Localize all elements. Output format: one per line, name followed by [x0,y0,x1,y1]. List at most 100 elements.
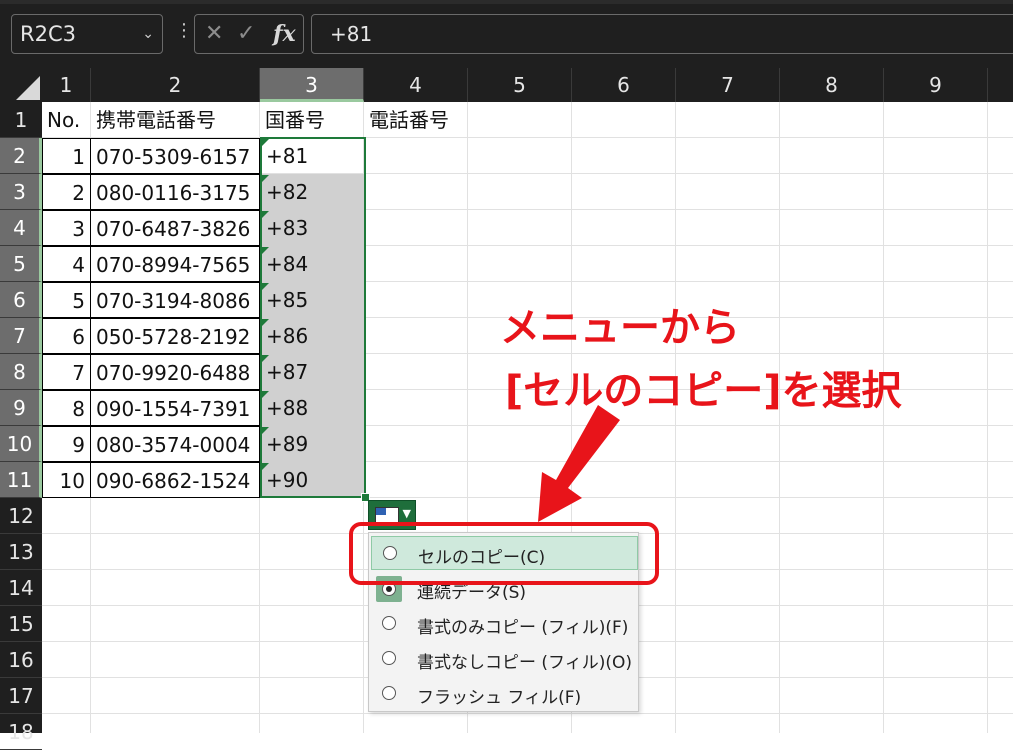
header-cell-country-code[interactable]: 国番号 [260,102,364,138]
row-header[interactable]: 18 [0,714,42,750]
row-header[interactable]: 15 [0,606,42,642]
number-as-text-indicator [262,391,269,398]
cell-no[interactable]: 9 [42,426,91,462]
cell-no[interactable]: 5 [42,282,91,318]
row-header-selected[interactable]: 11 [0,462,42,498]
cell-no[interactable]: 3 [42,210,91,246]
annotation-highlight-box [349,522,659,585]
column-header[interactable]: 6 [572,68,676,102]
number-as-text-indicator [262,175,269,182]
row-header[interactable]: 1 [0,102,42,138]
column-header[interactable]: 4 [364,68,468,102]
cell-no[interactable]: 1 [42,138,91,174]
gridline [675,102,676,733]
number-as-text-indicator [262,427,269,434]
column-header[interactable]: 2 [91,68,260,102]
row-header-selected[interactable]: 4 [0,210,42,246]
menu-item-flash-fill[interactable]: フラッシュ フィル(F) [371,677,638,711]
number-as-text-indicator [262,247,269,254]
cell-no[interactable]: 10 [42,462,91,498]
gridline [987,102,988,733]
cell-mobile[interactable]: 090-6862-1524 [90,462,260,498]
cell-no[interactable]: 7 [42,354,91,390]
enter-icon[interactable]: ✓ [237,21,255,46]
radio-icon[interactable] [382,686,396,700]
row-header-selected[interactable]: 7 [0,318,42,354]
number-as-text-indicator [262,463,269,470]
cell-country-code[interactable]: +90 [260,462,364,498]
cell-mobile[interactable]: 080-3574-0004 [90,426,260,462]
cell-mobile[interactable]: 070-9920-6488 [90,354,260,390]
insert-function-icon[interactable]: fx [273,21,296,47]
dropdown-arrow-icon: ▼ [402,507,411,520]
cell-country-code[interactable]: +87 [260,354,364,390]
ribbon-edge [0,0,1013,4]
column-headers: 1 2 3 4 5 6 7 8 9 [0,68,1013,102]
row-header[interactable]: 16 [0,642,42,678]
row-headers: 1 2 3 4 5 6 7 8 9 10 11 12 13 14 15 16 1… [0,102,42,750]
row-header-selected[interactable]: 6 [0,282,42,318]
menu-item-fill-without-formatting[interactable]: 書式なしコピー (フィル)(O) [371,642,638,676]
number-as-text-indicator [262,139,269,146]
number-as-text-indicator [262,283,269,290]
cell-country-code-active[interactable]: +81 [260,138,364,174]
cell-mobile[interactable]: 090-1554-7391 [90,390,260,426]
menu-item-label: 書式なしコピー (フィル)(O) [417,653,632,673]
cell-mobile[interactable]: 050-5728-2192 [90,318,260,354]
column-header[interactable]: 9 [884,68,988,102]
radio-icon[interactable] [382,616,396,630]
row-header-selected[interactable]: 8 [0,354,42,390]
row-header[interactable]: 12 [0,498,42,534]
radio-icon[interactable] [382,651,396,665]
chevron-down-icon[interactable]: ⌄ [142,15,154,53]
row-header-selected[interactable]: 5 [0,246,42,282]
column-header-selected[interactable]: 3 [260,68,364,102]
cell-mobile[interactable]: 070-5309-6157 [90,138,260,174]
cell-country-code[interactable]: +84 [260,246,364,282]
menu-item-label: 書式のみコピー (フィル)(F) [417,618,629,638]
cell-country-code[interactable]: +86 [260,318,364,354]
cell-no[interactable]: 2 [42,174,91,210]
row-header-selected[interactable]: 3 [0,174,42,210]
row-header-selected[interactable]: 10 [0,426,42,462]
row-header[interactable]: 17 [0,678,42,714]
cell-no[interactable]: 8 [42,390,91,426]
menu-item-label: フラッシュ フィル(F) [417,688,582,708]
more-options-icon[interactable]: ⋮ [175,22,193,40]
cell-mobile[interactable]: 080-0116-3175 [90,174,260,210]
cell-country-code[interactable]: +83 [260,210,364,246]
cell-country-code[interactable]: +82 [260,174,364,210]
column-header[interactable]: 1 [42,68,91,102]
row-header[interactable]: 13 [0,534,42,570]
annotation-line-1: メニューから [500,305,740,351]
header-cell-mobile[interactable]: 携帯電話番号 [91,102,260,138]
menu-item-fill-formatting-only[interactable]: 書式のみコピー (フィル)(F) [371,607,638,641]
cell-no[interactable]: 4 [42,246,91,282]
cell-mobile[interactable]: 070-6487-3826 [90,210,260,246]
row-header-selected[interactable]: 9 [0,390,42,426]
name-box[interactable]: R2C3 ⌄ [11,14,163,54]
select-all-corner[interactable] [0,68,42,102]
number-as-text-indicator [262,211,269,218]
cell-mobile[interactable]: 070-3194-8086 [90,282,260,318]
row-header-selected[interactable]: 2 [0,138,42,174]
column-header[interactable]: 8 [780,68,884,102]
formula-input[interactable]: +81 [311,14,1013,54]
cell-mobile[interactable]: 070-8994-7565 [90,246,260,282]
cell-country-code[interactable]: +85 [260,282,364,318]
column-header[interactable]: 7 [676,68,780,102]
number-as-text-indicator [262,355,269,362]
header-cell-phone[interactable]: 電話番号 [364,102,468,138]
formula-value: +81 [330,22,373,46]
cancel-icon[interactable]: ✕ [205,21,223,46]
column-header[interactable]: 5 [468,68,572,102]
gridline [883,102,884,733]
name-box-value: R2C3 [20,22,76,46]
cell-country-code[interactable]: +88 [260,390,364,426]
number-as-text-indicator [262,319,269,326]
formula-buttons: ✕ ✓ fx [194,14,304,54]
cell-country-code[interactable]: +89 [260,426,364,462]
header-cell-no[interactable]: No. [42,102,91,138]
cell-no[interactable]: 6 [42,318,91,354]
row-header[interactable]: 14 [0,570,42,606]
